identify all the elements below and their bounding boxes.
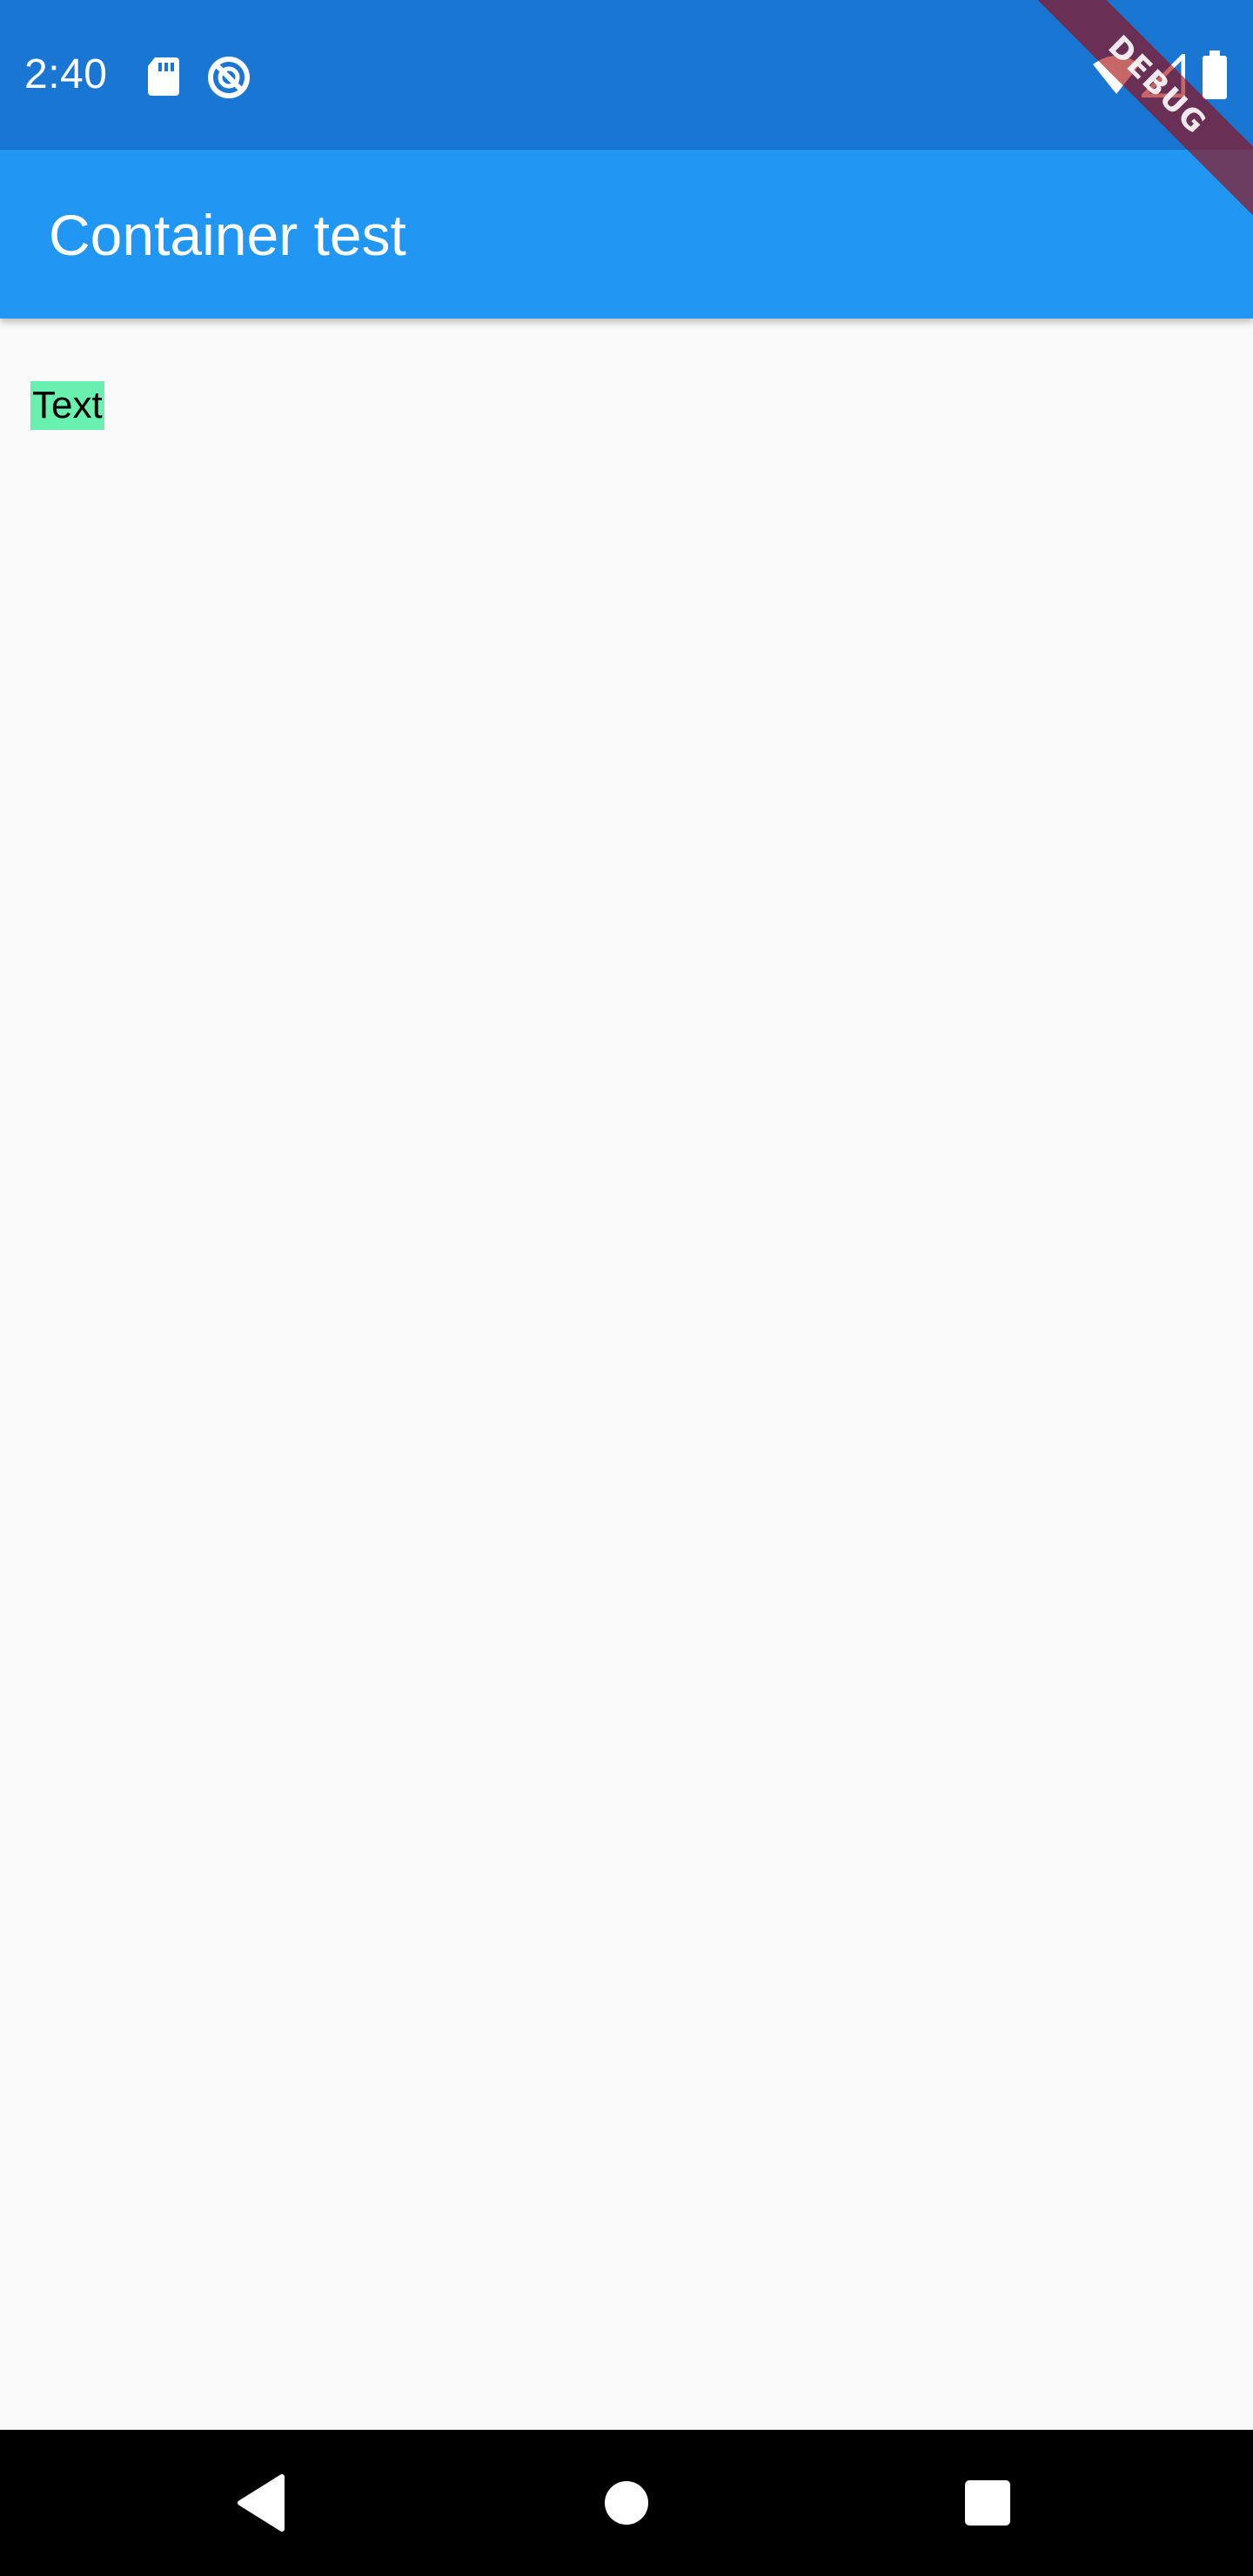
data-saver-icon (208, 57, 250, 98)
recents-icon[interactable] (944, 2459, 1031, 2546)
main-content: Text (0, 319, 1253, 2430)
app-bar: Container test (0, 150, 1253, 319)
home-icon[interactable] (583, 2459, 670, 2546)
back-icon[interactable] (218, 2459, 305, 2546)
battery-icon (1203, 50, 1227, 99)
sd-card-icon (148, 57, 179, 96)
screen: 2:40 DEBUG Container test Text (0, 0, 1253, 2576)
navigation-bar (0, 2430, 1253, 2576)
page-title: Container test (49, 203, 406, 267)
status-time: 2:40 (24, 51, 108, 97)
text-container: Text (30, 381, 104, 430)
